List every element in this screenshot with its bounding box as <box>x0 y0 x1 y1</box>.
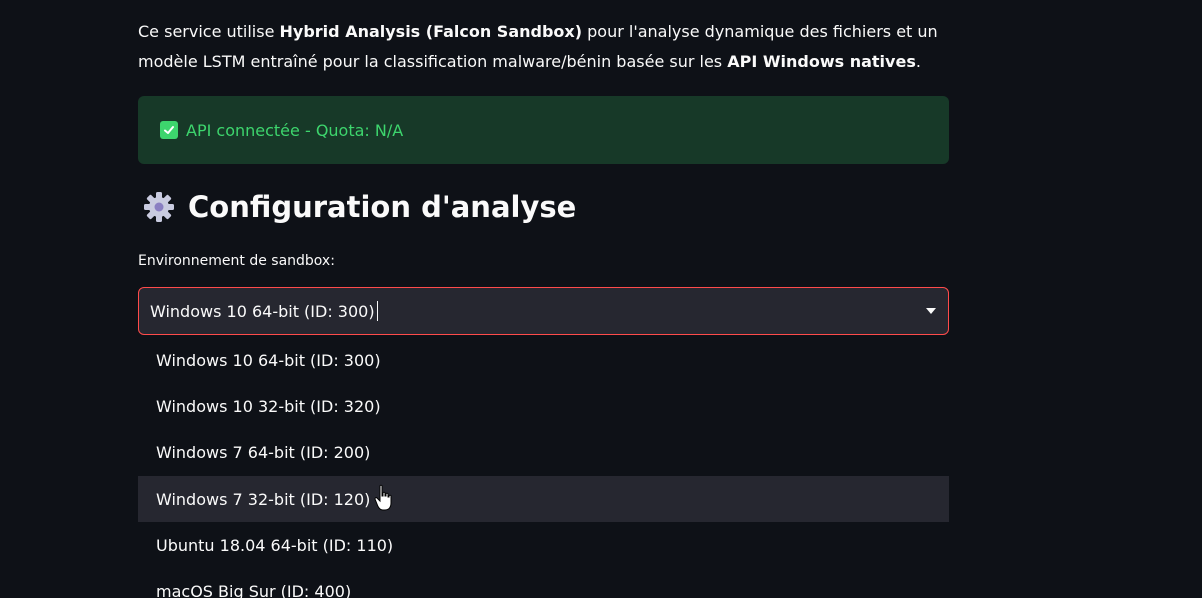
intro-bold-2: API Windows natives <box>727 52 916 71</box>
api-status-alert: API connectée - Quota: N/A <box>138 96 949 164</box>
chevron-down-icon[interactable] <box>926 308 936 314</box>
intro-paragraph: Ce service utilise Hybrid Analysis (Falc… <box>138 17 949 77</box>
dropdown-option[interactable]: Windows 7 64-bit (ID: 200) <box>138 429 949 475</box>
dropdown-option-hovered[interactable]: Windows 7 32-bit (ID: 120) <box>138 476 949 522</box>
dropdown-option[interactable]: Windows 10 64-bit (ID: 300) <box>138 337 949 383</box>
check-icon <box>160 121 178 139</box>
intro-text-1: Ce service utilise <box>138 22 280 41</box>
intro-bold-1: Hybrid Analysis (Falcon Sandbox) <box>279 22 583 41</box>
dropdown-option[interactable]: Windows 10 32-bit (ID: 320) <box>138 383 949 429</box>
gear-icon <box>144 192 174 222</box>
config-heading: Configuration d'analyse <box>142 190 576 224</box>
hand-cursor-icon <box>374 484 392 511</box>
sandbox-options-list: Windows 10 64-bit (ID: 300) Windows 10 3… <box>138 337 949 598</box>
intro-text-3: . <box>915 52 921 71</box>
page-title: Configuration d'analyse <box>188 190 577 224</box>
sandbox-select[interactable]: Windows 10 64-bit (ID: 300) <box>138 287 949 335</box>
sandbox-select-value[interactable]: Windows 10 64-bit (ID: 300) <box>150 302 375 321</box>
dropdown-option[interactable]: macOS Big Sur (ID: 400) <box>138 568 949 598</box>
api-status-text: API connectée - Quota: N/A <box>186 120 404 140</box>
dropdown-option[interactable]: Ubuntu 18.04 64-bit (ID: 110) <box>138 522 949 568</box>
text-cursor <box>376 301 378 321</box>
sandbox-field-label: Environnement de sandbox: <box>138 253 335 269</box>
